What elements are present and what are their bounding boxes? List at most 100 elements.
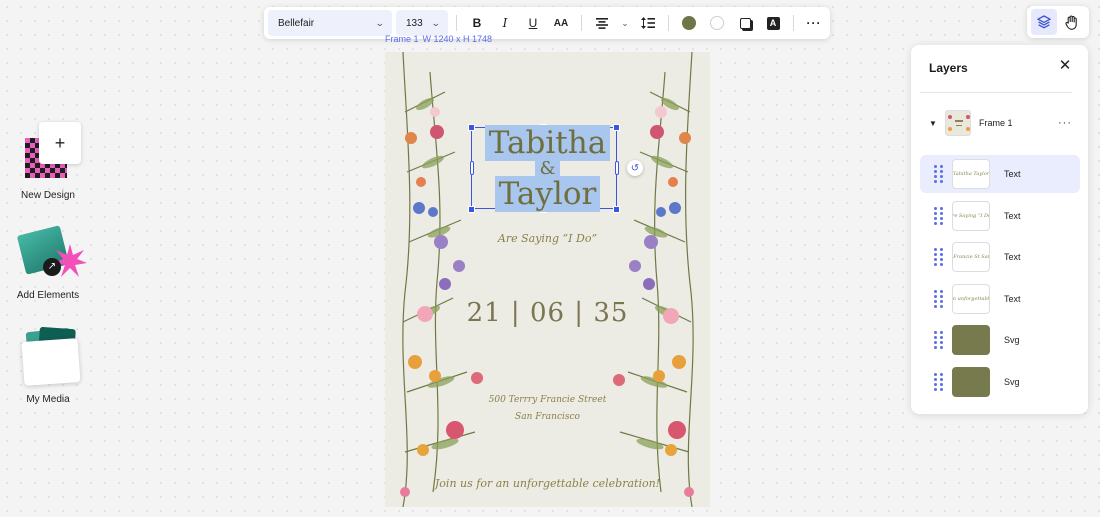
grip-dot (933, 170, 937, 173)
invite-text[interactable]: Join us for an unforgettable celebration… (385, 477, 710, 490)
frame-dimensions: W 1240 x H 1748 (422, 34, 493, 44)
my-media-illustration (15, 326, 81, 388)
layer-thumbnail: Tabitha Taylor (952, 159, 990, 189)
layer-row-text[interactable]: 500 Terrry Francie St San Francisco Text (920, 238, 1080, 276)
rotate-icon[interactable]: ↺ (627, 160, 643, 176)
new-design-tool[interactable]: + New Design (10, 122, 86, 201)
drag-handle-icon[interactable] (929, 248, 947, 266)
couple-name-first-text: Tabitha (484, 125, 611, 161)
text-shadow-button[interactable] (733, 11, 757, 35)
layer-name: Text (1004, 169, 1021, 179)
italic-button[interactable]: I (493, 11, 517, 35)
layer-row-text[interactable]: an unforgettable Text (920, 280, 1080, 318)
font-size-dropdown[interactable]: 133 ⌄ (396, 10, 448, 36)
layer-name: Text (1004, 252, 1021, 262)
address-line1[interactable]: 500 Terrry Francie Street (385, 395, 710, 405)
layers-title: Layers (929, 61, 968, 75)
drag-handle-icon[interactable] (929, 165, 947, 183)
text-color-swatch (682, 16, 696, 30)
grip-dot (939, 180, 943, 183)
address-line2[interactable]: San Francisco (385, 412, 710, 422)
layer-thumbnail: 500 Terrry Francie St San Francisco (952, 242, 990, 272)
underline-button[interactable]: U (521, 11, 545, 35)
my-media-label: My Media (26, 394, 70, 405)
date-text[interactable]: 21 | 06 | 35 (385, 298, 710, 328)
hand-tool-button[interactable] (1059, 9, 1085, 35)
layer-name: Text (1004, 293, 1021, 304)
caret-down-icon[interactable]: ▼ (921, 119, 945, 128)
grip-dot (939, 294, 943, 298)
align-options-dropdown[interactable]: ⌄ (618, 11, 632, 35)
frame-name: Frame 1 (385, 34, 419, 44)
couple-name-first[interactable]: Tabitha (385, 125, 710, 161)
frame-label[interactable]: Frame 1W 1240 x H 1748 (385, 34, 492, 44)
grip-dot (939, 382, 943, 386)
highlight-color-swatch (710, 16, 724, 30)
text-color-button[interactable] (677, 11, 701, 35)
font-size-value: 133 (406, 17, 423, 29)
hand-icon (1065, 14, 1077, 30)
align-center-button[interactable] (590, 11, 614, 35)
grip-dot (933, 387, 937, 391)
couple-name-second[interactable]: Taylor (385, 176, 710, 212)
font-family-dropdown[interactable]: Bellefair ⌄ (268, 10, 392, 36)
grip-dot (939, 289, 943, 293)
drag-handle-icon[interactable] (929, 331, 947, 349)
media-card-front (21, 338, 81, 386)
more-options-button[interactable]: ··· (802, 11, 826, 35)
invitation-design[interactable]: Tabitha & Taylor ↺ Are Saying “I Do” 21 … (385, 52, 710, 507)
toolbar-divider (456, 15, 457, 31)
line-spacing-button[interactable] (636, 11, 660, 35)
more-icon: ··· (806, 16, 822, 30)
grip-dot (933, 336, 937, 339)
layers-toggle-button[interactable] (1031, 9, 1057, 35)
add-elements-illustration: ↗ (15, 222, 87, 284)
grip-dot (939, 170, 943, 173)
frame-thumbnail (945, 110, 971, 136)
layer-row-text[interactable]: Tabitha Taylor Text (920, 155, 1080, 193)
tagline-text[interactable]: Are Saying “I Do” (385, 232, 710, 245)
my-media-tool[interactable]: My Media (10, 326, 86, 405)
line-spacing-icon (641, 17, 655, 29)
grip-dot (933, 216, 937, 220)
grip-dot (939, 175, 943, 178)
toolbar-divider (793, 15, 794, 31)
add-elements-tool[interactable]: ↗ Add Elements (10, 222, 87, 301)
grip-dot (933, 253, 937, 256)
text-toolbar: Bellefair ⌄ 133 ⌄ B I U AA ⌄ A ··· (264, 7, 830, 39)
grip-dot (933, 346, 937, 349)
layer-frame-row[interactable]: ▼ Frame 1 ··· (921, 109, 1078, 137)
layer-name: Svg (1004, 376, 1020, 387)
grip-dot (933, 175, 937, 178)
close-icon[interactable]: ✕ (1056, 57, 1074, 75)
new-design-label: New Design (21, 190, 75, 201)
layer-name: Svg (1004, 335, 1020, 345)
drag-handle-icon[interactable] (929, 289, 947, 308)
grip-dot (933, 377, 937, 381)
grip-dot (933, 180, 937, 183)
layer-row-text[interactable]: Are Saying “I Do” Text (920, 197, 1080, 235)
shadow-icon (739, 17, 751, 29)
layer-row-svg[interactable]: Svg (920, 321, 1080, 359)
more-icon[interactable]: ··· (1058, 117, 1072, 129)
drag-handle-icon[interactable] (929, 206, 947, 225)
layer-row-svg[interactable]: Svg (920, 363, 1080, 401)
chevron-down-icon: ⌄ (375, 17, 386, 28)
floral-border-illustration (400, 52, 694, 507)
text-style-button[interactable]: A (761, 11, 785, 35)
grip-dot (933, 382, 937, 386)
grip-dot (939, 341, 943, 344)
grip-dot (933, 248, 937, 251)
drag-handle-icon[interactable] (929, 372, 947, 391)
text-case-icon: AA (553, 17, 569, 29)
bold-button[interactable]: B (465, 11, 489, 35)
highlight-color-button[interactable] (705, 11, 729, 35)
layer-thumbnail (952, 325, 990, 355)
align-center-icon (596, 17, 608, 29)
layer-thumbnail (952, 366, 990, 397)
layers-panel: Layers ✕ ▼ Frame 1 ··· Tabitha Taylor Tex… (911, 45, 1088, 414)
grip-dot (933, 341, 937, 344)
text-case-button[interactable]: AA (549, 11, 573, 35)
grip-dot (939, 304, 943, 308)
grip-dot (933, 299, 937, 303)
